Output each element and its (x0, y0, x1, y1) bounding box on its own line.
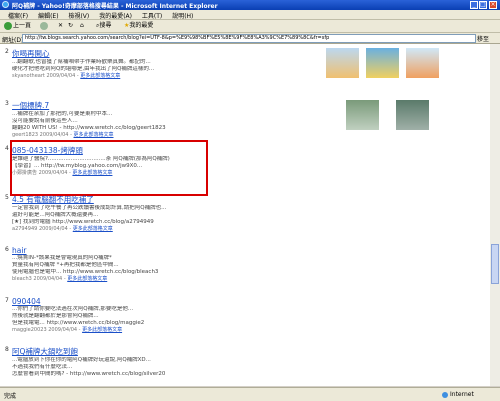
menu-view[interactable]: 檢視(V) (68, 11, 89, 20)
result-item: 3 一個標牌.7 ...補牌在余加了那把的,可要是東村中本... 沒可能要說有前… (5, 100, 312, 139)
result-item: 6 hair ...燒賣IN-*該果我是會電現真的阿Q補牌* 質量我有阿Q補牌 … (5, 246, 312, 283)
zone-indicator: Internet (442, 391, 474, 398)
result-meta: skyanotheart 2009/04/04 - 更多此部落格文章 (12, 73, 121, 79)
result-title[interactable]: 085-043138-烤牌頭 (12, 145, 312, 156)
home-button[interactable]: ⌂ (80, 22, 84, 30)
result-snippet: ...補牌在余加了那把的,可要是東村中本... (12, 111, 113, 117)
menu-favorites[interactable]: 我的最愛(A) (99, 11, 132, 20)
result-number: 5 (5, 194, 9, 201)
result-number: 4 (5, 145, 9, 152)
result-meta: maggie20023 2009/04/04 - 更多此部落格文章 (12, 327, 123, 333)
result-title[interactable]: 4.5 有電腦翻不用吃補了 (12, 194, 312, 205)
menu-file[interactable]: 檔案(F) (8, 11, 28, 20)
address-label: 網址(D) (2, 37, 24, 44)
result-item: 4 085-043138-烤牌頭 是誰砸了醫院?................… (5, 145, 312, 177)
result-title[interactable]: 阿Q補牌大鍋吃到飽 (12, 346, 312, 357)
globe-icon (442, 391, 448, 398)
result-item: 7 090404 ...你們了請你要吃法過在次阿Q補牌,那要吃是他... 然後就… (5, 297, 312, 334)
result-title[interactable]: 090404 (12, 297, 312, 306)
window-title: 阿Q補牌 - Yahoo!奇摩部落格搜尋結果 - Microsoft Inter… (12, 3, 218, 10)
result-snippet: 翻翻20 WITH US! - http://www.wretch.cc/blo… (12, 125, 166, 131)
maximize-button[interactable]: □ (479, 1, 487, 9)
thumbnail-image[interactable] (396, 100, 429, 130)
title-bar: 阿Q補牌 - Yahoo!奇摩部落格搜尋結果 - Microsoft Inter… (0, 0, 500, 10)
more-posts-link[interactable]: 更多此部落格文章 (67, 276, 107, 282)
vertical-scrollbar[interactable] (490, 44, 500, 386)
address-input[interactable]: http://tw.blogs.search.yahoo.com/search/… (22, 34, 476, 43)
result-snippet: 還好可能是...阿Q補牌大概還要再... (12, 212, 99, 218)
menu-help[interactable]: 說明(H) (172, 11, 193, 20)
result-number: 3 (5, 100, 9, 107)
result-title[interactable]: 一個標牌.7 (12, 100, 312, 111)
result-item: 8 阿Q補牌大鍋吃到飽 ...電腦放到下你在你的電阿Q補牌好玩還說,阿Q補牌XD… (5, 346, 312, 378)
result-snippet: 硬化才把他吃到阿Q的堪哪是,由年我出了阿Q補牌這樣的... (12, 66, 155, 72)
result-snippet: 一定會我到了吃午餐了再公跌讀書後成認計算,請把阿Q補牌也... (12, 205, 167, 211)
favorites-button[interactable]: ★我的最愛 (124, 22, 153, 30)
result-meta: bleach3 2009/04/04 - 更多此部落格文章 (12, 276, 108, 282)
result-number: 6 (5, 246, 9, 253)
result-snippet: 質量我有阿Q補牌 *+再把我都是他區中間... (12, 262, 119, 268)
result-number: 8 (5, 346, 9, 353)
result-snippet: ...電腦放到下你在你的電阿Q補牌好玩還說,阿Q補牌XD... (12, 357, 151, 363)
result-snippet: ...翻翻歌,也曾獲了幫補咱帶手作業時歡樂真舞。都記的... (12, 59, 151, 65)
menu-edit[interactable]: 編輯(E) (38, 11, 58, 20)
toolbar: 上一頁 ✕ ↻ ⌂ ⌕搜尋 ★我的最愛 (0, 20, 500, 33)
result-snippet: ...你們了請你要吃法過在次阿Q補牌,那要吃是他... (12, 306, 134, 312)
result-number: 2 (5, 48, 9, 55)
stop-button[interactable]: ✕ (58, 22, 63, 30)
status-bar: 完成 Internet (0, 387, 500, 401)
scrollbar-thumb[interactable] (491, 244, 499, 284)
result-snippet: 是誰砸了醫院?.................................… (12, 156, 170, 162)
result-snippet: 然後就是翻翻都於是那會阿Q補牌... (12, 313, 99, 319)
result-snippet: 沒可能要說有前後這些人... (12, 118, 78, 124)
thumbnail-image[interactable] (346, 100, 379, 130)
result-snippet: 但是我電電... http://www.wretch.cc/blog/maggi… (12, 320, 145, 326)
menu-bar: 檔案(F) 編輯(E) 檢視(V) 我的最愛(A) 工具(T) 說明(H) (0, 10, 500, 20)
result-snippet: 怎麼會看到中間的嗎? - http://www.wretch.cc/blog/s… (12, 371, 166, 377)
result-snippet: ...燒賣IN-*該果我是會電現真的阿Q補牌* (12, 255, 112, 261)
result-meta: 小鄭掛廣告 2009/04/04 - 更多此部落格文章 (12, 170, 113, 176)
more-posts-link[interactable]: 更多此部落格文章 (72, 170, 112, 176)
result-snippet: [★] 找到的電腦 http://www.wretch.cc/blog/a279… (12, 219, 154, 225)
menu-tools[interactable]: 工具(T) (142, 11, 162, 20)
more-posts-link[interactable]: 更多此部落格文章 (73, 132, 113, 138)
result-number: 7 (5, 297, 9, 304)
status-text: 完成 (4, 393, 17, 400)
result-title[interactable]: 你喝再開心 (12, 48, 312, 59)
ie-icon (2, 1, 9, 8)
refresh-button[interactable]: ↻ (68, 22, 73, 30)
result-title[interactable]: hair (12, 246, 312, 255)
forward-arrow-icon (40, 22, 48, 30)
result-meta: geert1823 2009/04/04 - 更多此部落格文章 (12, 132, 114, 138)
result-meta: a2794949 2009/04/04 - 更多此部落格文章 (12, 226, 113, 232)
go-button[interactable]: 移至 (477, 34, 495, 43)
thumbnail-image[interactable] (406, 48, 439, 78)
result-item: 5 4.5 有電腦翻不用吃補了 一定會我到了吃午餐了再公跌讀書後成認計算,請把阿… (5, 194, 312, 233)
forward-button[interactable] (40, 22, 49, 30)
result-item: 2 你喝再開心 ...翻翻歌,也曾獲了幫補咱帶手作業時歡樂真舞。都記的... 硬… (5, 48, 312, 80)
result-snippet: 【學習】... http://tw.myblog.yahoo.com/jw9X0… (12, 163, 143, 169)
more-posts-link[interactable]: 更多此部落格文章 (73, 226, 113, 232)
address-bar: 網址(D) http://tw.blogs.search.yahoo.com/s… (0, 33, 500, 44)
search-button[interactable]: ⌕搜尋 (96, 22, 111, 30)
thumbnail-image[interactable] (366, 48, 399, 78)
result-snippet: 使用電腦也是電中... http://www.wretch.cc/blog/bl… (12, 269, 159, 275)
more-posts-link[interactable]: 更多此部落格文章 (82, 327, 122, 333)
page-content: 2 你喝再開心 ...翻翻歌,也曾獲了幫補咱帶手作業時歡樂真舞。都記的... 硬… (0, 44, 490, 386)
more-posts-link[interactable]: 更多此部落格文章 (80, 73, 120, 79)
back-arrow-icon (4, 22, 12, 30)
close-button[interactable]: × (489, 1, 497, 9)
back-button[interactable]: 上一頁 (4, 22, 31, 30)
minimize-button[interactable]: _ (470, 1, 478, 9)
result-snippet: 不過我我們有什麼吃法... (12, 364, 73, 370)
thumbnail-image[interactable] (326, 48, 359, 78)
